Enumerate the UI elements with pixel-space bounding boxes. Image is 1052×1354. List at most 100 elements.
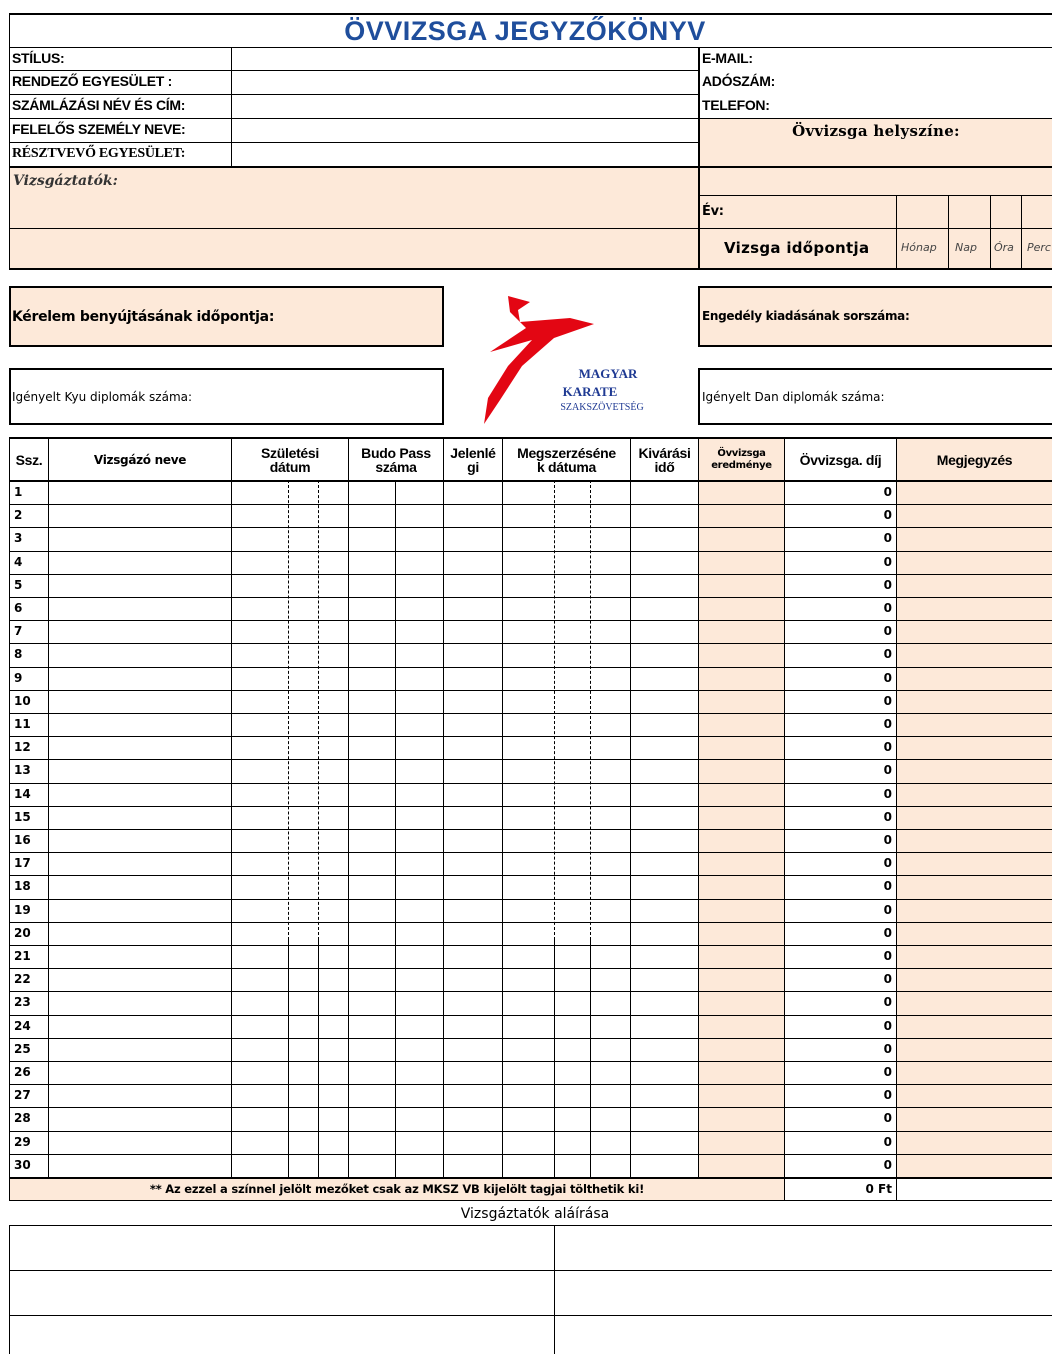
birth-text-2: dátum [269, 458, 311, 475]
table-row[interactable]: 25 0 [10, 1038, 1052, 1061]
row-fee: 0 [883, 531, 892, 545]
examiners-input[interactable] [10, 195, 697, 267]
field-responsible-label: FELELŐS SZEMÉLY NEVE: [12, 121, 186, 137]
signature-label: Vizsgáztatók aláírása [460, 1206, 610, 1222]
row-number: 21 [14, 949, 31, 963]
row-number: 24 [14, 1019, 31, 1033]
table-row[interactable]: 50 [10, 574, 1052, 597]
row-fee: 0 [883, 624, 892, 638]
signature-cell-4[interactable] [555, 1271, 1052, 1315]
signature-cell-3[interactable] [10, 1271, 553, 1315]
table-row[interactable]: 15 0 [10, 806, 1052, 829]
table-row[interactable]: 29 0 [10, 1131, 1052, 1154]
field-tax-label: ADÓSZÁM: [702, 73, 776, 89]
style-input[interactable] [232, 48, 697, 70]
table-row[interactable]: 28 0 [10, 1107, 1052, 1130]
table-row[interactable]: 21 0 [10, 945, 1052, 968]
row-number: 28 [14, 1111, 31, 1125]
phone-input[interactable] [785, 95, 1050, 118]
col-header-birth: Születési dátum [232, 439, 348, 480]
table-row[interactable]: 26 0 [10, 1061, 1052, 1084]
row-number: 30 [14, 1158, 31, 1172]
row-fee: 0 [883, 1135, 892, 1149]
location-label: Övvizsga helyszíne: [792, 122, 960, 140]
table-row[interactable]: 14 0 [10, 783, 1052, 806]
row-number: 11 [14, 717, 31, 731]
table-row[interactable]: 10 [10, 481, 1052, 504]
minute-label: Perc [1027, 241, 1051, 254]
row-number: 2 [14, 508, 23, 522]
signature-cell-5[interactable] [10, 1316, 553, 1354]
row-number: 12 [14, 740, 31, 754]
row-number: 29 [14, 1135, 31, 1149]
row-fee: 0 [883, 694, 892, 708]
row-fee: 0 [883, 1111, 892, 1125]
row-fee: 0 [883, 1088, 892, 1102]
table-row[interactable]: 17 0 [10, 852, 1052, 875]
fee-text: Övvizsga. díj [799, 451, 882, 468]
row-number: 6 [14, 601, 23, 615]
col-header-budo: Budo Pass száma [349, 439, 443, 480]
table-row[interactable]: 40 [10, 551, 1052, 574]
row-number: 3 [14, 531, 23, 545]
table-row[interactable]: 16 0 [10, 829, 1052, 852]
field-organizer-label: RENDEZŐ EGYESÜLET : [12, 73, 172, 89]
table-row[interactable]: 80 [10, 643, 1052, 666]
field-participant-label: RÉSZTVEVŐ EGYESÜLET: [12, 146, 186, 161]
table-row[interactable]: 24 0 [10, 1015, 1052, 1038]
wait-text-2: idő [654, 458, 675, 475]
row-fee: 0 [883, 879, 892, 893]
signature-cell-2[interactable] [555, 1226, 1052, 1270]
row-number: 4 [14, 555, 23, 569]
row-fee: 0 [883, 508, 892, 522]
table-row[interactable]: 27 0 [10, 1084, 1052, 1107]
table-row[interactable]: 60 [10, 597, 1052, 620]
table-row[interactable]: 13 0 [10, 759, 1052, 782]
result-text-2: eredménye [711, 459, 772, 471]
table-row[interactable]: 10 0 [10, 690, 1052, 713]
table-row[interactable]: 23 0 [10, 991, 1052, 1014]
logo-text-line1: MAGYAR [578, 366, 638, 381]
dan-count-label: Igényelt Dan diplomák száma: [702, 390, 885, 404]
row-fee: 0 [883, 995, 892, 1009]
table-row[interactable]: 12 0 [10, 736, 1052, 759]
organizer-input[interactable] [232, 71, 697, 94]
row-fee: 0 [883, 903, 892, 917]
table-row[interactable]: 30 [10, 527, 1052, 550]
table-row[interactable]: 30 0 [10, 1154, 1052, 1177]
tax-input[interactable] [790, 71, 1050, 94]
table-row[interactable]: 90 [10, 667, 1052, 690]
row-fee: 0 [883, 717, 892, 731]
row-number: 19 [14, 903, 31, 917]
signature-cell-6[interactable] [555, 1316, 1052, 1354]
row-number: 16 [14, 833, 31, 847]
row-fee: 0 [883, 1042, 892, 1056]
page-title: ÖVVIZSGA JEGYZŐKÖNYV [344, 16, 706, 46]
email-input[interactable] [780, 48, 1050, 70]
col-header-wait: Kivárási idő [631, 439, 698, 480]
field-phone-label: TELEFON: [702, 97, 770, 113]
row-fee: 0 [883, 787, 892, 801]
row-number: 23 [14, 995, 31, 1009]
field-email-label: E-MAIL: [702, 50, 753, 66]
row-fee: 0 [883, 601, 892, 615]
table-row[interactable]: 18 0 [10, 875, 1052, 898]
table-row[interactable]: 22 0 [10, 968, 1052, 991]
table-row[interactable]: 11 0 [10, 713, 1052, 736]
row-number: 15 [14, 810, 31, 824]
field-style-label: STÍLUS: [12, 50, 65, 66]
row-fee: 0 [883, 555, 892, 569]
table-row[interactable]: 20 0 [10, 922, 1052, 945]
billing-input[interactable] [232, 95, 697, 118]
table-row[interactable]: 70 [10, 620, 1052, 643]
participant-input[interactable] [232, 143, 697, 166]
signature-cell-1[interactable] [10, 1226, 553, 1270]
location-input[interactable] [700, 142, 1050, 194]
table-row[interactable]: 20 [10, 504, 1052, 527]
row-number: 1 [14, 485, 23, 499]
row-fee: 0 [883, 856, 892, 870]
row-fee: 0 [883, 671, 892, 685]
footer-note: ** Az ezzel a színnel jelölt mezőket csa… [149, 1182, 645, 1196]
responsible-input[interactable] [232, 119, 697, 142]
table-row[interactable]: 19 0 [10, 899, 1052, 922]
